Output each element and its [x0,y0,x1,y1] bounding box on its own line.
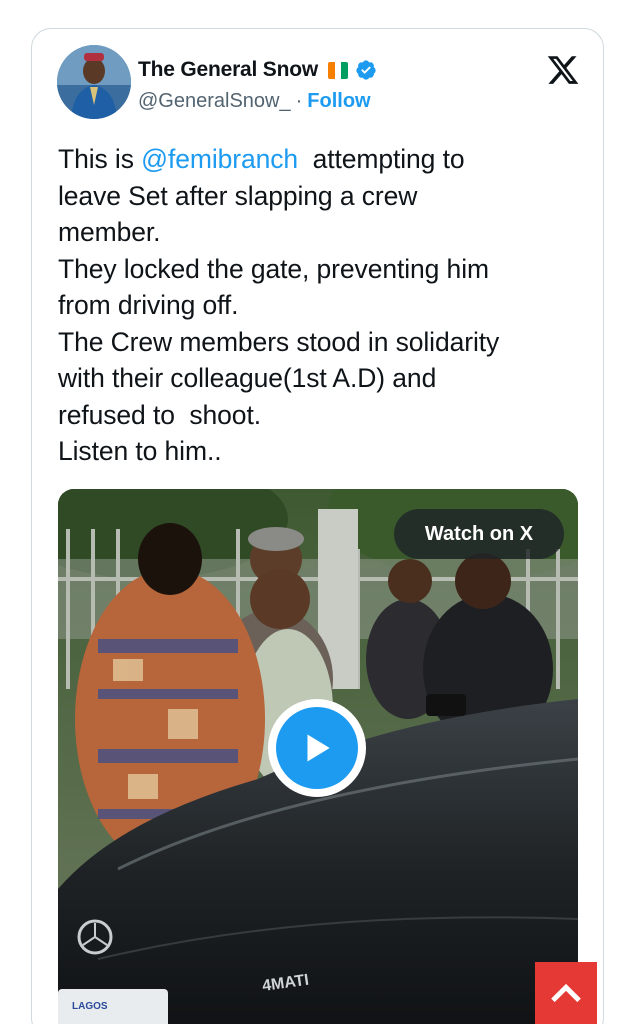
tweet-line-9: Listen to him.. [58,436,222,466]
tweet-line-5: from driving off. [58,290,239,320]
tweet-line-6: The Crew members stood in solidarity [58,326,500,357]
separator-dot: · [295,89,303,112]
tweet-card[interactable]: The General Snow @GeneralSnow_ · Follow [31,28,604,1024]
follow-button[interactable]: Follow [307,90,370,113]
plate-label: LAGOS [72,1001,108,1012]
video-thumbnail[interactable]: 4MATI LAGOS Watch on X [58,489,578,1024]
handle[interactable]: @GeneralSnow_ [138,90,291,113]
tweet-line-2: leave Set after slapping a crew [58,180,418,211]
tweet-line-4: They locked the gate, preventing him [58,253,489,284]
scroll-to-top-button[interactable] [535,962,597,1024]
mention-link[interactable]: @femibranch [141,144,298,174]
name-row: The General Snow [138,55,377,85]
author-block: The General Snow @GeneralSnow_ · Follow [138,55,377,115]
play-button[interactable] [268,699,366,797]
watch-on-x-button[interactable]: Watch on X [394,509,564,559]
verified-badge-icon [356,60,376,80]
tweet-line-7: with their colleague(1st A.D) and [58,363,437,393]
flag-icon [328,61,349,79]
tweet-header: The General Snow @GeneralSnow_ · Follow [32,29,603,139]
play-icon [307,734,330,762]
tweet-line-3: member. [58,217,161,247]
handle-row: @GeneralSnow_ · Follow [138,87,377,115]
chevron-up-icon [551,983,581,1003]
tweet-line-1: This is @femibranch attempting to [58,141,588,178]
display-name[interactable]: The General Snow [138,58,318,82]
tweet-text: This is @femibranch attempting to leave … [58,141,588,470]
page: The General Snow @GeneralSnow_ · Follow [0,0,635,1024]
tweet-line-1-prefix: This is [58,144,142,174]
x-logo-icon[interactable] [546,53,580,87]
avatar[interactable] [57,45,131,119]
tweet-line-8: refused to shoot. [58,399,261,430]
play-button-inner [276,707,358,789]
profile-avatar-icon [57,45,131,119]
tweet-line-1-suffix: attempting to [298,144,465,174]
